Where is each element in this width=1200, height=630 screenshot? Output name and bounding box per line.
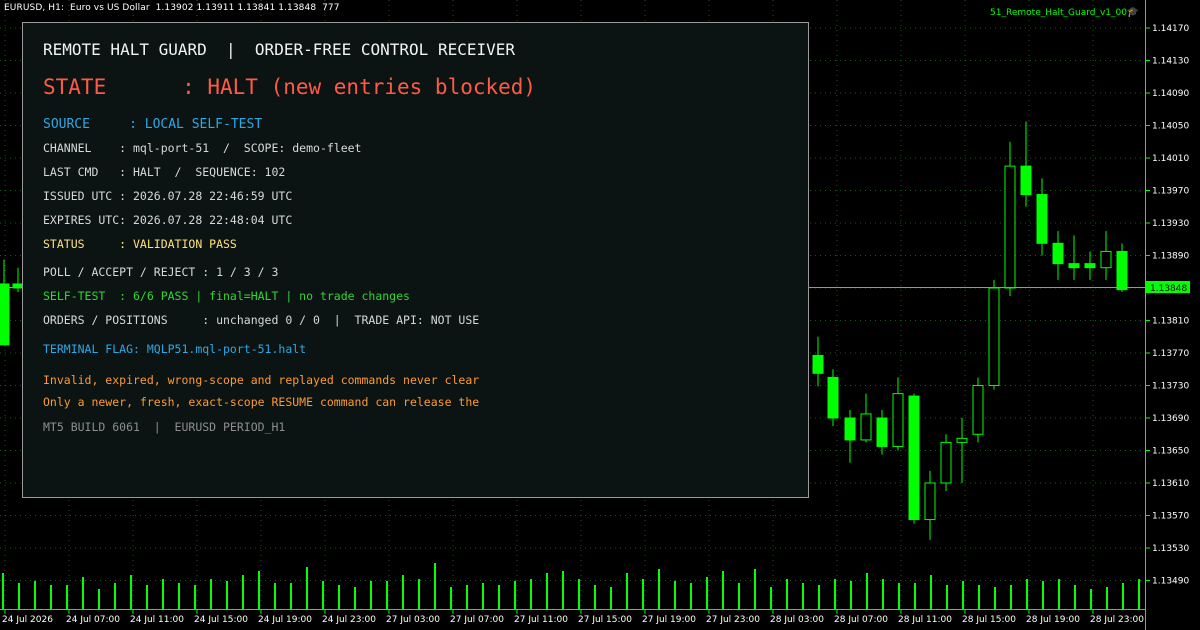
price-label: 1.13890 <box>1152 252 1189 262</box>
price-label: 1.14010 <box>1152 154 1189 164</box>
candle <box>1036 178 1048 256</box>
candle <box>924 470 936 540</box>
expert-name[interactable]: 51_Remote_Halt_Guard_v1_00 <box>990 8 1127 18</box>
candle-body <box>0 283 10 346</box>
candle-body <box>1004 165 1016 289</box>
candle-body <box>1084 263 1096 269</box>
time-label: 24 Jul 15:00 <box>194 615 248 625</box>
poll-line: POLL / ACCEPT / REJECT : 1 / 3 / 3 <box>43 265 279 279</box>
time-label: 27 Jul 03:00 <box>386 615 440 625</box>
candle-body <box>988 287 1000 386</box>
last-cmd-line: LAST CMD : HALT / SEQUENCE: 102 <box>43 165 286 179</box>
candle <box>827 369 839 427</box>
candle <box>876 409 888 455</box>
candle-body <box>1100 250 1112 269</box>
candle <box>844 409 856 463</box>
time-label: 27 Jul 11:00 <box>514 615 568 625</box>
candle-body <box>812 354 824 374</box>
terminal-flag-line: TERMINAL FLAG: MQLP51.mql-port-51.halt <box>43 342 307 356</box>
graduation-cap-icon[interactable]: 🎓 <box>1127 7 1139 18</box>
issued-line: ISSUED UTC : 2026.07.28 22:46:59 UTC <box>43 189 293 203</box>
price-label: 1.13490 <box>1152 577 1189 587</box>
candle-body <box>827 376 839 419</box>
price-label: 1.13610 <box>1152 479 1189 489</box>
candle <box>1020 121 1032 207</box>
candle <box>892 377 904 451</box>
price-label: 1.13530 <box>1152 544 1189 554</box>
candle-body <box>1036 194 1048 244</box>
price-axis: 1.14170 1.14130 1.14090 1.14050 1.14010 1.139… <box>1145 24 1189 587</box>
price-label: 1.14170 <box>1152 24 1189 34</box>
candle <box>988 279 1000 390</box>
price-label: 1.13570 <box>1152 512 1189 522</box>
status-line: STATUS : VALIDATION PASS <box>43 237 237 251</box>
panel-title: REMOTE HALT GUARD | ORDER-FREE CONTROL R… <box>43 40 516 59</box>
price-label: 1.13810 <box>1152 317 1189 327</box>
time-label: 24 Jul 07:00 <box>66 615 120 625</box>
time-label: 28 Jul 11:00 <box>898 615 952 625</box>
build-line: MT5 BUILD 6061 | EURUSD PERIOD_H1 <box>43 420 286 434</box>
time-label: 24 Jul 23:00 <box>322 615 376 625</box>
price-label: 1.13770 <box>1152 349 1189 359</box>
candle-body <box>956 437 968 443</box>
orders-line: ORDERS / POSITIONS : unchanged 0 / 0 | T… <box>43 313 480 327</box>
state-line: STATE : HALT (new entries blocked) <box>43 75 537 99</box>
candle-body <box>860 413 872 441</box>
time-label: 27 Jul 07:00 <box>450 615 504 625</box>
time-label: 24 Jul 19:00 <box>258 615 312 625</box>
price-label: 1.13970 <box>1152 187 1189 197</box>
time-label: 28 Jul 19:00 <box>1026 615 1080 625</box>
candle <box>0 259 10 346</box>
time-label: 28 Jul 23:00 <box>1090 615 1144 625</box>
candle <box>1100 231 1112 280</box>
price-label: 1.13930 <box>1152 219 1189 229</box>
note-line-1: Invalid, expired, wrong-scope and replay… <box>43 373 480 387</box>
candle-body <box>1068 263 1080 269</box>
candle <box>1004 141 1016 297</box>
time-label: 24 Jul 11:00 <box>130 615 184 625</box>
price-label: 1.14090 <box>1152 89 1189 99</box>
candle-body <box>1052 242 1064 265</box>
candle <box>812 336 824 387</box>
candle <box>972 377 984 443</box>
time-label: 27 Jul 23:00 <box>706 615 760 625</box>
time-label: 24 Jul 2026 <box>2 615 53 625</box>
candle <box>1068 235 1080 280</box>
channel-line: CHANNEL : mql-port-51 / SCOPE: demo-flee… <box>43 141 362 155</box>
time-label: 28 Jul 03:00 <box>770 615 824 625</box>
expires-line: EXPIRES UTC: 2026.07.28 22:48:04 UTC <box>43 213 293 227</box>
price-label: 1.14050 <box>1152 122 1189 132</box>
price-label: 1.14130 <box>1152 57 1189 67</box>
symbol-info: EURUSD, H1: Euro vs US Dollar 1.13902 1.… <box>4 3 340 13</box>
candle-body <box>940 441 952 484</box>
selftest-line: SELF-TEST : 6/6 PASS | final=HALT | no t… <box>43 289 410 303</box>
source-line: SOURCE : LOCAL SELF-TEST <box>43 117 263 132</box>
time-label: 28 Jul 15:00 <box>962 615 1016 625</box>
candle-body <box>844 417 856 441</box>
time-axis: 24 Jul 2026 24 Jul 07:00 24 Jul 11:00 24 Ju… <box>2 609 1144 625</box>
candle-body <box>924 482 936 521</box>
current-price-label: 1.13848 <box>1146 281 1190 294</box>
candle-body <box>972 385 984 435</box>
candle <box>940 434 952 492</box>
price-label: 1.13650 <box>1152 447 1189 457</box>
volume-bars <box>2 563 1140 609</box>
halt-guard-panel: REMOTE HALT GUARD | ORDER-FREE CONTROL R… <box>22 22 809 498</box>
candle <box>860 393 872 443</box>
time-label: 27 Jul 15:00 <box>578 615 632 625</box>
price-label: 1.13730 <box>1152 382 1189 392</box>
candle <box>908 393 920 524</box>
candle <box>1116 243 1128 293</box>
svg-text:1.13848: 1.13848 <box>1150 284 1187 294</box>
candle-body <box>908 395 920 521</box>
time-label: 28 Jul 07:00 <box>834 615 888 625</box>
candle-body <box>1020 165 1032 196</box>
time-label: 27 Jul 19:00 <box>642 615 696 625</box>
candle-body <box>876 417 888 447</box>
note-line-2: Only a newer, fresh, exact-scope RESUME … <box>43 395 480 409</box>
price-label: 1.13690 <box>1152 414 1189 424</box>
candle-body <box>892 393 904 447</box>
candle <box>1052 231 1064 280</box>
candle-body <box>1116 250 1128 291</box>
